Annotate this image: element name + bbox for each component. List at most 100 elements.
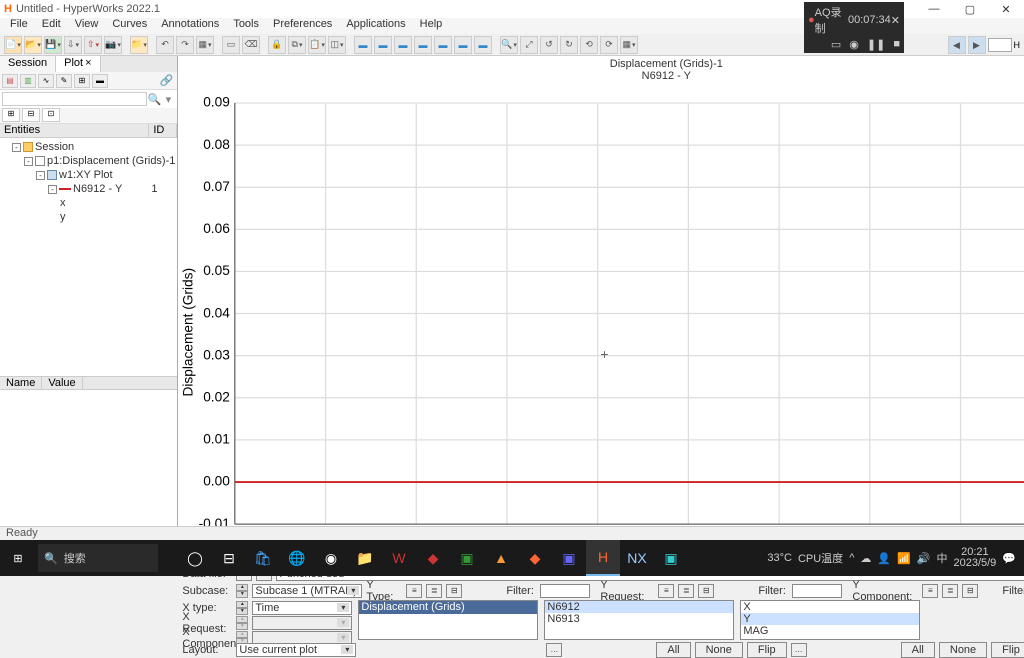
tb-switch[interactable] xyxy=(988,38,1012,52)
bt-del-icon[interactable]: ▬ xyxy=(92,74,108,88)
tb-w4-icon[interactable]: ▬ xyxy=(414,36,432,54)
ycomp-flip-button[interactable]: Flip xyxy=(991,642,1024,658)
tb-lock-icon[interactable]: 🔒 xyxy=(268,36,286,54)
tab-plot[interactable]: Plot× xyxy=(56,56,100,72)
ycomp-b1[interactable]: ≡ xyxy=(922,584,938,598)
node-x[interactable]: x xyxy=(60,197,66,209)
tray-ime-icon[interactable]: 中 xyxy=(936,550,947,566)
tb-right1-icon[interactable]: ◀ xyxy=(948,36,966,54)
task-explorer-icon[interactable]: 📁 xyxy=(348,540,382,576)
recorder-screen-icon[interactable]: ▭ xyxy=(831,38,841,51)
menu-annotations[interactable]: Annotations xyxy=(155,18,225,34)
tab-session[interactable]: Session xyxy=(0,56,56,72)
bt-datum-icon[interactable]: ⊞ xyxy=(74,74,90,88)
filter2-input[interactable] xyxy=(792,584,842,598)
task-app2-icon[interactable]: ◆ xyxy=(416,540,450,576)
node-page[interactable]: p1:Displacement (Grids)-1 xyxy=(47,155,175,167)
expand-icon[interactable]: - xyxy=(12,143,21,152)
filter-1-icon[interactable]: ⊞ xyxy=(2,108,20,122)
recorder-stop-icon[interactable]: ■ xyxy=(893,38,900,51)
tb-paste-icon[interactable]: 📋 xyxy=(308,36,326,54)
tb-export-icon[interactable]: ⇧ xyxy=(84,36,102,54)
taskbar-search[interactable]: 🔍搜索 xyxy=(38,544,158,572)
tb-folder-icon[interactable]: 📁 xyxy=(130,36,148,54)
tb-copy-icon[interactable]: ⧉ xyxy=(288,36,306,54)
system-tray[interactable]: 33°C CPU温度 ^ ☁ 👤 📶 🔊 中 20:212023/5/9 💬 xyxy=(767,547,1024,569)
expand-icon[interactable]: - xyxy=(36,171,45,180)
ycomp-b2[interactable]: ≣ xyxy=(942,584,958,598)
tb-redo-icon[interactable]: ↷ xyxy=(176,36,194,54)
tb-view-icon[interactable]: ▦ xyxy=(620,36,638,54)
subcase-combo[interactable]: Subcase 1 (MTRAN) xyxy=(252,584,362,598)
tb-save-icon[interactable]: 💾 xyxy=(44,36,62,54)
yreq-none-button[interactable]: None xyxy=(695,642,743,658)
ytype-b1[interactable]: ≡ xyxy=(406,584,422,598)
close-button[interactable]: ✕ xyxy=(988,0,1024,18)
task-app6-icon[interactable]: ▣ xyxy=(552,540,586,576)
menu-file[interactable]: File xyxy=(4,18,34,34)
tb-layout-icon[interactable]: ▦ xyxy=(196,36,214,54)
tray-vol-icon[interactable]: 🔊 xyxy=(917,552,931,565)
task-view-icon[interactable]: ⊟ xyxy=(212,540,246,576)
task-nx-icon[interactable]: NX xyxy=(620,540,654,576)
tb-capture-icon[interactable]: 📷 xyxy=(104,36,122,54)
menu-applications[interactable]: Applications xyxy=(340,18,411,34)
menu-tools[interactable]: Tools xyxy=(227,18,265,34)
tb-fit-icon[interactable]: ⤢ xyxy=(520,36,538,54)
task-chrome-icon[interactable]: ◉ xyxy=(314,540,348,576)
tab-close-icon[interactable]: × xyxy=(85,57,91,69)
tb-right2-icon[interactable]: ▶ xyxy=(968,36,986,54)
xtype-spinner[interactable]: ▲▼ xyxy=(236,601,248,615)
recorder-close-icon[interactable]: ✕ xyxy=(891,14,900,27)
tray-clock[interactable]: 20:212023/5/9 xyxy=(953,547,996,569)
tb-page-icon[interactable]: ▭ xyxy=(222,36,240,54)
menu-view[interactable]: View xyxy=(69,18,105,34)
ycomp-item-0[interactable]: X xyxy=(741,601,919,613)
yreq-all-button[interactable]: All xyxy=(656,642,690,658)
tb-w7-icon[interactable]: ▬ xyxy=(474,36,492,54)
yreq-item-0[interactable]: N6912 xyxy=(545,601,733,613)
node-y[interactable]: y xyxy=(60,211,66,223)
plot-svg[interactable]: 012345678910-0.010.000.010.020.030.040.0… xyxy=(180,82,1024,570)
session-tree[interactable]: -Session -p1:Displacement (Grids)-1 -w1:… xyxy=(0,138,177,376)
tb-r3-icon[interactable]: ⟲ xyxy=(580,36,598,54)
tb-open-icon[interactable]: 📂 xyxy=(24,36,42,54)
ycomp-item-1[interactable]: Y xyxy=(741,613,919,625)
filter-3-icon[interactable]: ⊡ xyxy=(42,108,60,122)
tb-w5-icon[interactable]: ▬ xyxy=(434,36,452,54)
tree-header-id[interactable]: ID xyxy=(149,124,177,137)
screen-recorder-overlay[interactable]: ● AQ录制 00:07:34 ✕ ▭ ◉ ❚❚ ■ xyxy=(804,2,904,53)
yrequest-list[interactable]: N6912 N6913 xyxy=(544,600,734,640)
search-drop-icon[interactable]: ▾ xyxy=(161,93,175,106)
ytype-list[interactable]: Displacement (Grids) xyxy=(358,600,538,640)
task-store-icon[interactable]: 🛍 xyxy=(246,540,280,576)
expand-icon[interactable]: - xyxy=(24,157,33,166)
plot-container[interactable]: Displacement (Grids)-1 N6912 - Y 0123456… xyxy=(180,58,1024,546)
tb-w2-icon[interactable]: ▬ xyxy=(374,36,392,54)
start-button[interactable]: ⊞ xyxy=(0,540,36,576)
tb-import-icon[interactable]: ⇩ xyxy=(64,36,82,54)
menu-help[interactable]: Help xyxy=(414,18,449,34)
yreq-item-1[interactable]: N6913 xyxy=(545,613,733,625)
tray-notif-icon[interactable]: 💬 xyxy=(1002,552,1016,565)
expand-icon[interactable]: - xyxy=(48,185,57,194)
xtype-combo[interactable]: Time xyxy=(252,601,352,615)
prop-value[interactable]: Value xyxy=(42,377,82,389)
recorder-pause-icon[interactable]: ❚❚ xyxy=(867,38,885,51)
node-plot[interactable]: w1:XY Plot xyxy=(59,169,113,181)
tb-r2-icon[interactable]: ↻ xyxy=(560,36,578,54)
link-icon[interactable]: 🔗 xyxy=(160,74,174,87)
yreq-flip-button[interactable]: Flip xyxy=(747,642,787,658)
yreq-b1[interactable]: ≡ xyxy=(658,584,674,598)
ycomp-b3[interactable]: ⊟ xyxy=(962,584,978,598)
tray-net-icon[interactable]: 👤 xyxy=(877,552,891,565)
minimize-button[interactable]: — xyxy=(916,0,952,18)
task-app3-icon[interactable]: ▣ xyxy=(450,540,484,576)
yreq-b2[interactable]: ≣ xyxy=(678,584,694,598)
tb-overlay-icon[interactable]: ◫ xyxy=(328,36,346,54)
node-session[interactable]: Session xyxy=(35,141,74,153)
tray-wifi-icon[interactable]: 📶 xyxy=(897,552,911,565)
tb-zoom-icon[interactable]: 🔍 xyxy=(500,36,518,54)
tb-r1-icon[interactable]: ↺ xyxy=(540,36,558,54)
ytype-b3[interactable]: ⊟ xyxy=(446,584,462,598)
